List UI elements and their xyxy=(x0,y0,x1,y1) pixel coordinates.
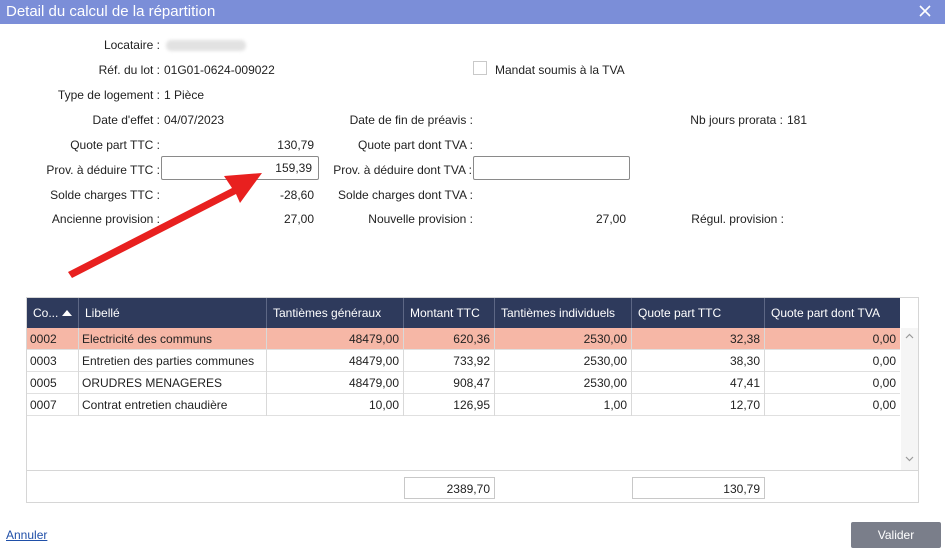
cell-libelle: Electricité des communs xyxy=(79,328,267,350)
cell-montant-ttc: 908,47 xyxy=(404,372,495,394)
cell-quote-part-ttc: 12,70 xyxy=(632,394,765,416)
cell-quote-part-tva: 0,00 xyxy=(872,332,896,346)
locataire-value-redacted xyxy=(166,40,246,51)
cell-quote-part-tva: 0,00 xyxy=(872,398,896,412)
type-logement-label: Type de logement : xyxy=(57,88,160,102)
table-header: Co... Libellé Tantièmes généraux Montant… xyxy=(27,298,900,328)
window-title: Detail du calcul de la répartition xyxy=(6,3,216,20)
ref-lot-value: 01G01-0624-009022 xyxy=(164,63,275,77)
quote-part-tva-label: Quote part dont TVA : xyxy=(358,138,473,152)
cell-code: 0002 xyxy=(27,328,79,350)
cell-quote-part-ttc: 32,38 xyxy=(632,328,765,350)
prov-deduire-tva-label: Prov. à déduire dont TVA : xyxy=(333,163,472,177)
cell-quote-part-ttc: 38,30 xyxy=(632,350,765,372)
table-row[interactable]: 0007 Contrat entretien chaudière 10,00 1… xyxy=(27,394,900,416)
date-effet-label: Date d'effet : xyxy=(92,113,160,127)
vertical-scrollbar[interactable] xyxy=(901,328,918,470)
sort-ascending-icon xyxy=(62,310,73,316)
locataire-label: Locataire : xyxy=(103,38,160,52)
cell-tantiemes-individuels: 2530,00 xyxy=(495,328,632,350)
nb-jours-label: Nb jours prorata : xyxy=(690,113,783,127)
total-quote-part-ttc: 130,79 xyxy=(632,477,765,499)
validate-button[interactable]: Valider xyxy=(851,522,941,548)
scroll-down-icon[interactable] xyxy=(905,454,914,463)
table-row[interactable]: 0005 ORUDRES MENAGERES 48479,00 908,47 2… xyxy=(27,372,900,394)
cell-quote-part-ttc: 47,41 xyxy=(632,372,765,394)
cell-libelle: ORUDRES MENAGERES xyxy=(79,372,267,394)
date-fin-preavis-label: Date de fin de préavis : xyxy=(349,113,473,127)
nouvelle-provision-value: 27,00 xyxy=(595,212,626,226)
cell-tantiemes-generaux: 48479,00 xyxy=(267,350,404,372)
cell-tantiemes-individuels: 2530,00 xyxy=(495,372,632,394)
table-footer: 2389,70 130,79 xyxy=(27,470,918,502)
column-header-quote-part-ttc[interactable]: Quote part TTC xyxy=(632,298,765,328)
cell-montant-ttc: 126,95 xyxy=(404,394,495,416)
nouvelle-provision-label: Nouvelle provision : xyxy=(368,212,473,226)
column-header-tantiemes-individuels[interactable]: Tantièmes individuels xyxy=(495,298,632,328)
total-montant-ttc: 2389,70 xyxy=(404,477,495,499)
cell-montant-ttc: 620,36 xyxy=(404,328,495,350)
solde-ttc-label: Solde charges TTC : xyxy=(50,188,160,202)
prov-deduire-tva-input[interactable] xyxy=(473,156,630,180)
cell-tantiemes-generaux: 48479,00 xyxy=(267,372,404,394)
table-row[interactable]: 0002 Electricité des communs 48479,00 62… xyxy=(27,328,900,350)
ancienne-provision-label: Ancienne provision : xyxy=(51,212,160,226)
solde-tva-label: Solde charges dont TVA : xyxy=(338,188,473,202)
column-header-code[interactable]: Co... xyxy=(27,298,79,328)
cell-quote-part-tva: 0,00 xyxy=(872,354,896,368)
repartition-table: Co... Libellé Tantièmes généraux Montant… xyxy=(26,297,919,503)
cell-code: 0003 xyxy=(27,350,79,372)
prov-deduire-ttc-label: Prov. à déduire TTC : xyxy=(46,163,160,177)
cell-tantiemes-generaux: 10,00 xyxy=(267,394,404,416)
cell-libelle: Contrat entretien chaudière xyxy=(79,394,267,416)
close-icon[interactable] xyxy=(913,1,937,23)
ref-lot-label: Réf. du lot : xyxy=(98,63,160,77)
cell-montant-ttc: 733,92 xyxy=(404,350,495,372)
cell-code: 0005 xyxy=(27,372,79,394)
cell-libelle: Entretien des parties communes xyxy=(79,350,267,372)
regul-provision-label: Régul. provision : xyxy=(691,212,784,226)
table-row[interactable]: 0003 Entretien des parties communes 4847… xyxy=(27,350,900,372)
type-logement-value: 1 Pièce xyxy=(164,88,205,102)
prov-deduire-ttc-input[interactable]: 159,39 xyxy=(161,156,319,180)
nb-jours-value: 181 xyxy=(787,113,808,127)
cancel-link[interactable]: Annuler xyxy=(6,528,47,542)
column-header-montant-ttc[interactable]: Montant TTC xyxy=(404,298,495,328)
cell-code: 0007 xyxy=(27,394,79,416)
cell-tantiemes-individuels: 1,00 xyxy=(495,394,632,416)
cell-tantiemes-individuels: 2530,00 xyxy=(495,350,632,372)
cell-tantiemes-generaux: 48479,00 xyxy=(267,328,404,350)
scroll-up-icon[interactable] xyxy=(905,332,914,341)
solde-ttc-value: -28,60 xyxy=(279,188,314,202)
quote-part-ttc-label: Quote part TTC : xyxy=(70,138,160,152)
ancienne-provision-value: 27,00 xyxy=(283,212,314,226)
quote-part-ttc-value: 130,79 xyxy=(277,138,314,152)
mandat-tva-checkbox[interactable] xyxy=(473,61,487,75)
column-header-quote-part-tva[interactable]: Quote part dont TVA xyxy=(765,298,900,328)
date-effet-value: 04/07/2023 xyxy=(164,113,225,127)
column-header-tantiemes-generaux[interactable]: Tantièmes généraux xyxy=(267,298,404,328)
title-bar: Detail du calcul de la répartition xyxy=(0,0,945,24)
cell-quote-part-tva: 0,00 xyxy=(872,376,896,390)
column-header-libelle[interactable]: Libellé xyxy=(79,298,267,328)
mandat-tva-label: Mandat soumis à la TVA xyxy=(495,63,625,77)
